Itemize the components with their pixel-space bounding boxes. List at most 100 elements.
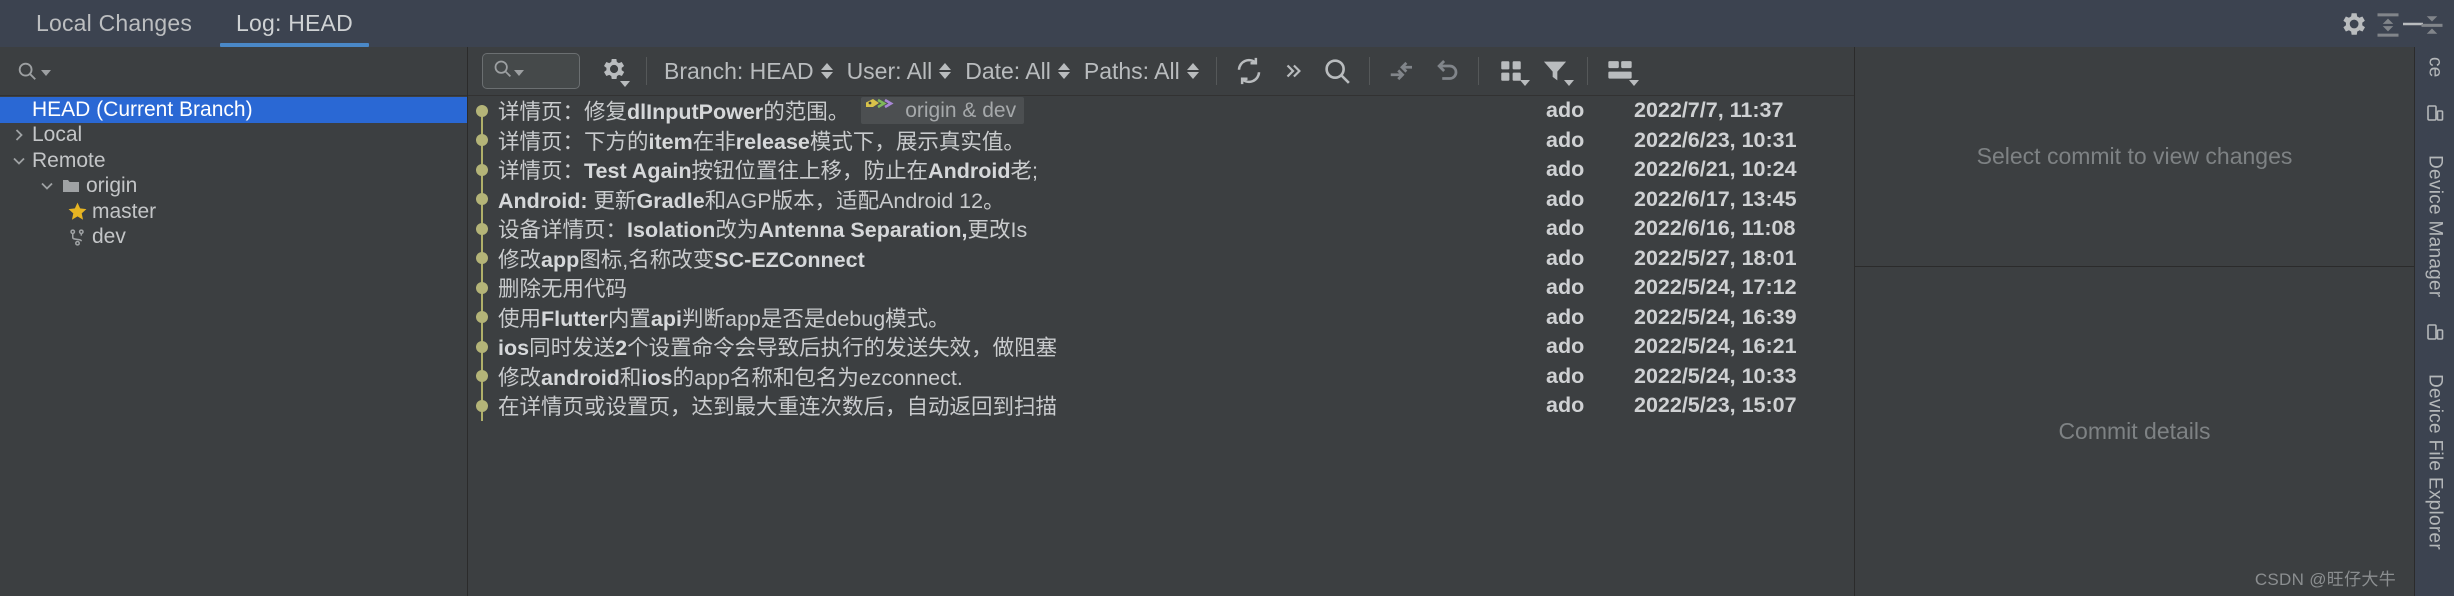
filter-user-label: User: All [846, 57, 933, 84]
commit-subject: 详情页：下方的item在非release模式下，展示真实值。 [498, 129, 1025, 154]
commit-date: 2022/5/24, 16:21 [1634, 334, 1797, 359]
commit-graph-cell [468, 214, 498, 244]
details-placeholder: Commit details [2058, 418, 2211, 444]
branch-icon [64, 228, 90, 247]
search-input[interactable] [482, 53, 580, 89]
commit-subject-cell: 详情页：修复dlInputPower的范围。 origin & dev [498, 96, 1546, 126]
tab-log-head[interactable]: Log: HEAD [214, 0, 375, 47]
table-row[interactable]: 详情页：Test Again按钮位置往上移，防止在Android老; ado 2… [468, 155, 1854, 185]
filter-date[interactable]: Date: All [958, 58, 1077, 85]
expand-more-icon[interactable] [1271, 51, 1315, 91]
commit-author: ado [1546, 275, 1585, 300]
table-row[interactable]: 在详情页或设置页，达到最大重连次数后，自动返回到扫描 ado 2022/5/23… [468, 391, 1854, 421]
toolbar-divider [1586, 57, 1588, 85]
filter-branch[interactable]: Branch: HEAD [657, 58, 840, 85]
sidebar-item-local[interactable]: Local [0, 123, 467, 149]
tab-local-changes-label: Local Changes [36, 10, 193, 36]
refresh-icon[interactable] [1227, 51, 1271, 91]
chevron-down-icon[interactable] [514, 70, 524, 76]
log-toolbar: Branch: HEAD User: All Date: All Paths: … [468, 47, 1854, 96]
chevron-down-icon[interactable] [8, 150, 30, 172]
commit-author: ado [1546, 127, 1585, 152]
search-icon[interactable] [1315, 51, 1359, 91]
filter-icon[interactable] [1533, 51, 1577, 91]
sidebar-item-remote[interactable]: Remote [0, 148, 467, 174]
device-file-explorer-label[interactable]: Device File Explorer [2424, 374, 2446, 550]
toolbar-divider [1215, 57, 1217, 85]
commit-subject-cell: ios同时发送2个设置命令会导致后执行的发送失效，做阻塞 [498, 331, 1546, 362]
sidebar-item-origin-label: origin [86, 174, 138, 198]
commit-subject: 在详情页或设置页，达到最大重连次数后，自动返回到扫描 [498, 395, 1058, 420]
branch-tree[interactable]: HEAD (Current Branch) Local Remote origi… [0, 96, 467, 596]
sidebar-item-head-label: HEAD (Current Branch) [32, 97, 253, 121]
layout-icon[interactable] [1598, 51, 1642, 91]
sidebar-item-local-label: Local [32, 123, 83, 147]
sidebar-item-origin[interactable]: origin [0, 174, 467, 200]
sidebar-item-dev[interactable]: dev [0, 225, 467, 251]
tab-local-changes[interactable]: Local Changes [14, 0, 214, 47]
table-row[interactable]: 修改app图标,名称改变SC-EZConnect ado 2022/5/27, … [468, 243, 1854, 274]
commit-date: 2022/5/24, 10:33 [1634, 363, 1797, 388]
device-manager-icon[interactable] [2425, 104, 2445, 129]
commit-subject-cell: 使用Flutter内置api判断app是否是debug模式。 [498, 302, 1546, 333]
commit-subject-cell: 删除无用代码 [498, 272, 1546, 303]
table-row[interactable]: 详情页：下方的item在非release模式下，展示真实值。 ado 2022/… [468, 125, 1854, 156]
commit-subject-cell: 修改app图标,名称改变SC-EZConnect [498, 243, 1546, 274]
device-manager-label[interactable]: Device Manager [2424, 155, 2446, 298]
star-icon [64, 201, 90, 222]
details-pane[interactable]: Commit details [1855, 267, 2414, 596]
table-row[interactable]: Android: 更新Gradle和AGP版本，适配Android 12。 ad… [468, 184, 1854, 214]
sidebar-item-master[interactable]: master [0, 199, 467, 225]
changes-pane[interactable]: Select commit to view changes [1855, 47, 2414, 267]
filter-user[interactable]: User: All [840, 58, 959, 85]
commit-subject-cell: 详情页：下方的item在非release模式下，展示真实值。 [498, 125, 1546, 156]
commit-graph-cell [468, 302, 498, 332]
filter-date-label: Date: All [965, 57, 1051, 84]
commit-date: 2022/7/7, 11:37 [1634, 98, 1784, 123]
chevron-right-icon[interactable] [8, 124, 30, 146]
commit-subject-cell: 在详情页或设置页，达到最大重连次数后，自动返回到扫描 [498, 390, 1546, 421]
chevron-down-icon[interactable] [36, 175, 58, 197]
commit-author: ado [1546, 334, 1585, 359]
commit-graph-cell [468, 125, 498, 155]
commit-subject: 修改android和ios的app名称和包名为ezconnect. [498, 365, 963, 390]
device-file-explorer-icon[interactable] [2425, 323, 2445, 348]
table-row[interactable]: 使用Flutter内置api判断app是否是debug模式。 ado 2022/… [468, 302, 1854, 333]
cherry-pick-icon[interactable] [1380, 51, 1424, 91]
chevron-updown-icon [820, 63, 833, 79]
revert-icon[interactable] [1424, 51, 1468, 91]
filter-paths[interactable]: Paths: All [1077, 58, 1206, 85]
table-row[interactable]: ios同时发送2个设置命令会导致后执行的发送失效，做阻塞 ado 2022/5/… [468, 332, 1854, 362]
collapse-all-icon[interactable] [2410, 5, 2454, 45]
chevron-down-icon [1519, 80, 1530, 86]
commit-date: 2022/5/23, 15:07 [1634, 393, 1797, 418]
commit-table[interactable]: 详情页：修复dlInputPower的范围。 origin & dev ado … [468, 96, 1854, 596]
search-icon[interactable] [16, 60, 51, 82]
commit-subject: ios同时发送2个设置命令会导致后执行的发送失效，做阻塞 [498, 336, 1058, 361]
commit-date: 2022/6/23, 10:31 [1634, 127, 1797, 152]
commit-subject: 设备详情页：Isolation改为Antenna Separation,更改Is [498, 218, 1028, 243]
log-settings-button[interactable] [590, 51, 636, 91]
tool-strip-label-top: ce [2424, 57, 2446, 78]
commit-subject: 使用Flutter内置api判断app是否是debug模式。 [498, 306, 950, 331]
sidebar-item-dev-label: dev [92, 225, 126, 249]
sidebar-item-head[interactable]: HEAD (Current Branch) [0, 97, 467, 123]
chevron-down-icon [1628, 80, 1639, 86]
commit-subject: 详情页：Test Again按钮位置往上移，防止在Android老; [498, 159, 1038, 184]
log-panel: Branch: HEAD User: All Date: All Paths: … [468, 47, 1854, 596]
toolbar-divider [1477, 57, 1479, 85]
chevron-updown-icon [939, 63, 952, 79]
toolbar-divider [646, 57, 647, 85]
table-row[interactable]: 删除无用代码 ado 2022/5/24, 17:12 [468, 273, 1854, 303]
commit-rows[interactable]: 详情页：修复dlInputPower的范围。 origin & dev ado … [468, 96, 1854, 596]
gear-icon[interactable] [2338, 9, 2368, 39]
table-row[interactable]: 详情页：修复dlInputPower的范围。 origin & dev ado … [468, 96, 1854, 126]
commit-author: ado [1546, 245, 1585, 270]
table-row[interactable]: 设备详情页：Isolation改为Antenna Separation,更改Is… [468, 214, 1854, 244]
branch-ref-chip[interactable]: origin & dev [861, 97, 1025, 125]
show-columns-icon[interactable] [1489, 51, 1533, 91]
branch-search-row[interactable] [0, 47, 467, 96]
commit-author: ado [1546, 216, 1585, 241]
table-row[interactable]: 修改android和ios的app名称和包名为ezconnect. ado 20… [468, 361, 1854, 391]
expand-all-icon[interactable] [2366, 5, 2410, 45]
